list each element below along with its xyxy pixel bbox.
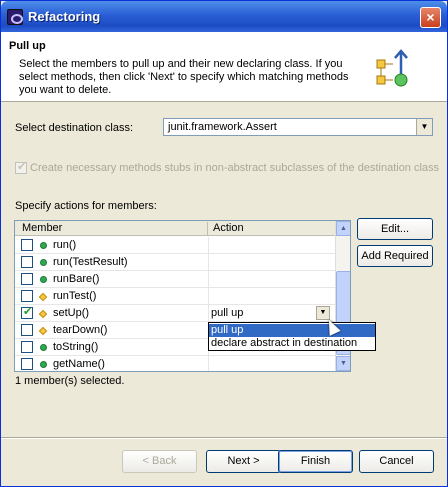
members-rows: run() run(TestResult) runBare() runTest() se…: [15, 237, 335, 371]
close-button[interactable]: ×: [420, 7, 441, 28]
stubs-option: Create necessary methods stubs in non-ab…: [15, 160, 440, 175]
table-row[interactable]: getName(): [15, 356, 335, 371]
member-checkbox[interactable]: [21, 305, 33, 319]
member-checkbox[interactable]: [21, 273, 33, 285]
option-pull-up[interactable]: pull up: [209, 324, 375, 337]
next-button[interactable]: Next >: [206, 450, 281, 473]
member-name: run(TestResult): [53, 256, 128, 268]
member-checkbox[interactable]: [21, 290, 33, 302]
action-dropdown-list: pull up declare abstract in destination: [208, 322, 376, 351]
table-row[interactable]: run(): [15, 237, 335, 254]
eclipse-icon: [7, 9, 23, 25]
table-header: Member Action: [15, 221, 335, 236]
member-checkbox[interactable]: [21, 358, 33, 370]
edit-button[interactable]: Edit...: [357, 218, 433, 240]
public-method-icon: [40, 276, 47, 283]
member-name: run(): [53, 239, 77, 251]
public-method-icon: [40, 361, 47, 368]
member-checkbox[interactable]: [21, 256, 33, 268]
member-checkbox[interactable]: [21, 324, 33, 336]
table-row[interactable]: setUp() pull up ▼: [15, 305, 335, 322]
table-row[interactable]: run(TestResult): [15, 254, 335, 271]
pull-up-icon: [376, 49, 408, 87]
member-name: runBare(): [53, 273, 100, 285]
window-title: Refactoring: [28, 9, 101, 24]
footer-divider: [1, 437, 447, 439]
member-checkbox[interactable]: [21, 239, 33, 251]
back-button[interactable]: < Back: [122, 450, 197, 473]
protected-method-icon: [38, 309, 48, 319]
chevron-down-icon[interactable]: ▼: [316, 306, 330, 320]
member-name: tearDown(): [53, 324, 108, 336]
member-name: getName(): [53, 358, 105, 370]
add-required-button[interactable]: Add Required: [357, 245, 433, 267]
status-text: 1 member(s) selected.: [15, 375, 125, 387]
destination-label: Select destination class:: [15, 122, 134, 134]
title-bar[interactable]: Refactoring ×: [1, 1, 447, 32]
finish-button[interactable]: Finish: [278, 450, 353, 473]
table-row[interactable]: runTest(): [15, 288, 335, 305]
scroll-down-icon[interactable]: ▼: [336, 356, 350, 371]
member-name: runTest(): [53, 290, 97, 302]
stubs-checkbox: [15, 160, 27, 175]
destination-class-combo[interactable]: junit.framework.Assert ▼: [163, 118, 433, 136]
protected-method-icon: [38, 326, 48, 336]
cancel-button[interactable]: Cancel: [359, 450, 434, 473]
destination-value: junit.framework.Assert: [168, 121, 277, 133]
member-checkbox[interactable]: [21, 341, 33, 353]
chevron-down-icon[interactable]: ▼: [416, 119, 432, 135]
members-section-label: Specify actions for members:: [15, 200, 157, 212]
stubs-label: Create necessary methods stubs in non-ab…: [30, 162, 440, 175]
wizard-header: Pull up Select the members to pull up an…: [1, 32, 447, 102]
option-declare-abstract[interactable]: declare abstract in destination: [209, 337, 375, 350]
scroll-up-icon[interactable]: ▲: [336, 221, 350, 236]
member-name: toString(): [53, 341, 99, 353]
member-name: setUp(): [53, 307, 90, 319]
public-method-icon: [40, 259, 47, 266]
protected-method-icon: [38, 292, 48, 302]
public-method-icon: [40, 242, 47, 249]
page-description: Select the members to pull up and their …: [19, 58, 349, 96]
action-combo[interactable]: pull up ▼: [209, 305, 334, 322]
table-row[interactable]: runBare(): [15, 271, 335, 288]
member-action: pull up: [211, 307, 244, 319]
column-member[interactable]: Member: [22, 222, 62, 234]
public-method-icon: [40, 344, 47, 351]
column-action[interactable]: Action: [213, 222, 244, 234]
page-title: Pull up: [9, 40, 46, 52]
refactoring-dialog: Refactoring × Pull up Select the members…: [0, 0, 448, 487]
